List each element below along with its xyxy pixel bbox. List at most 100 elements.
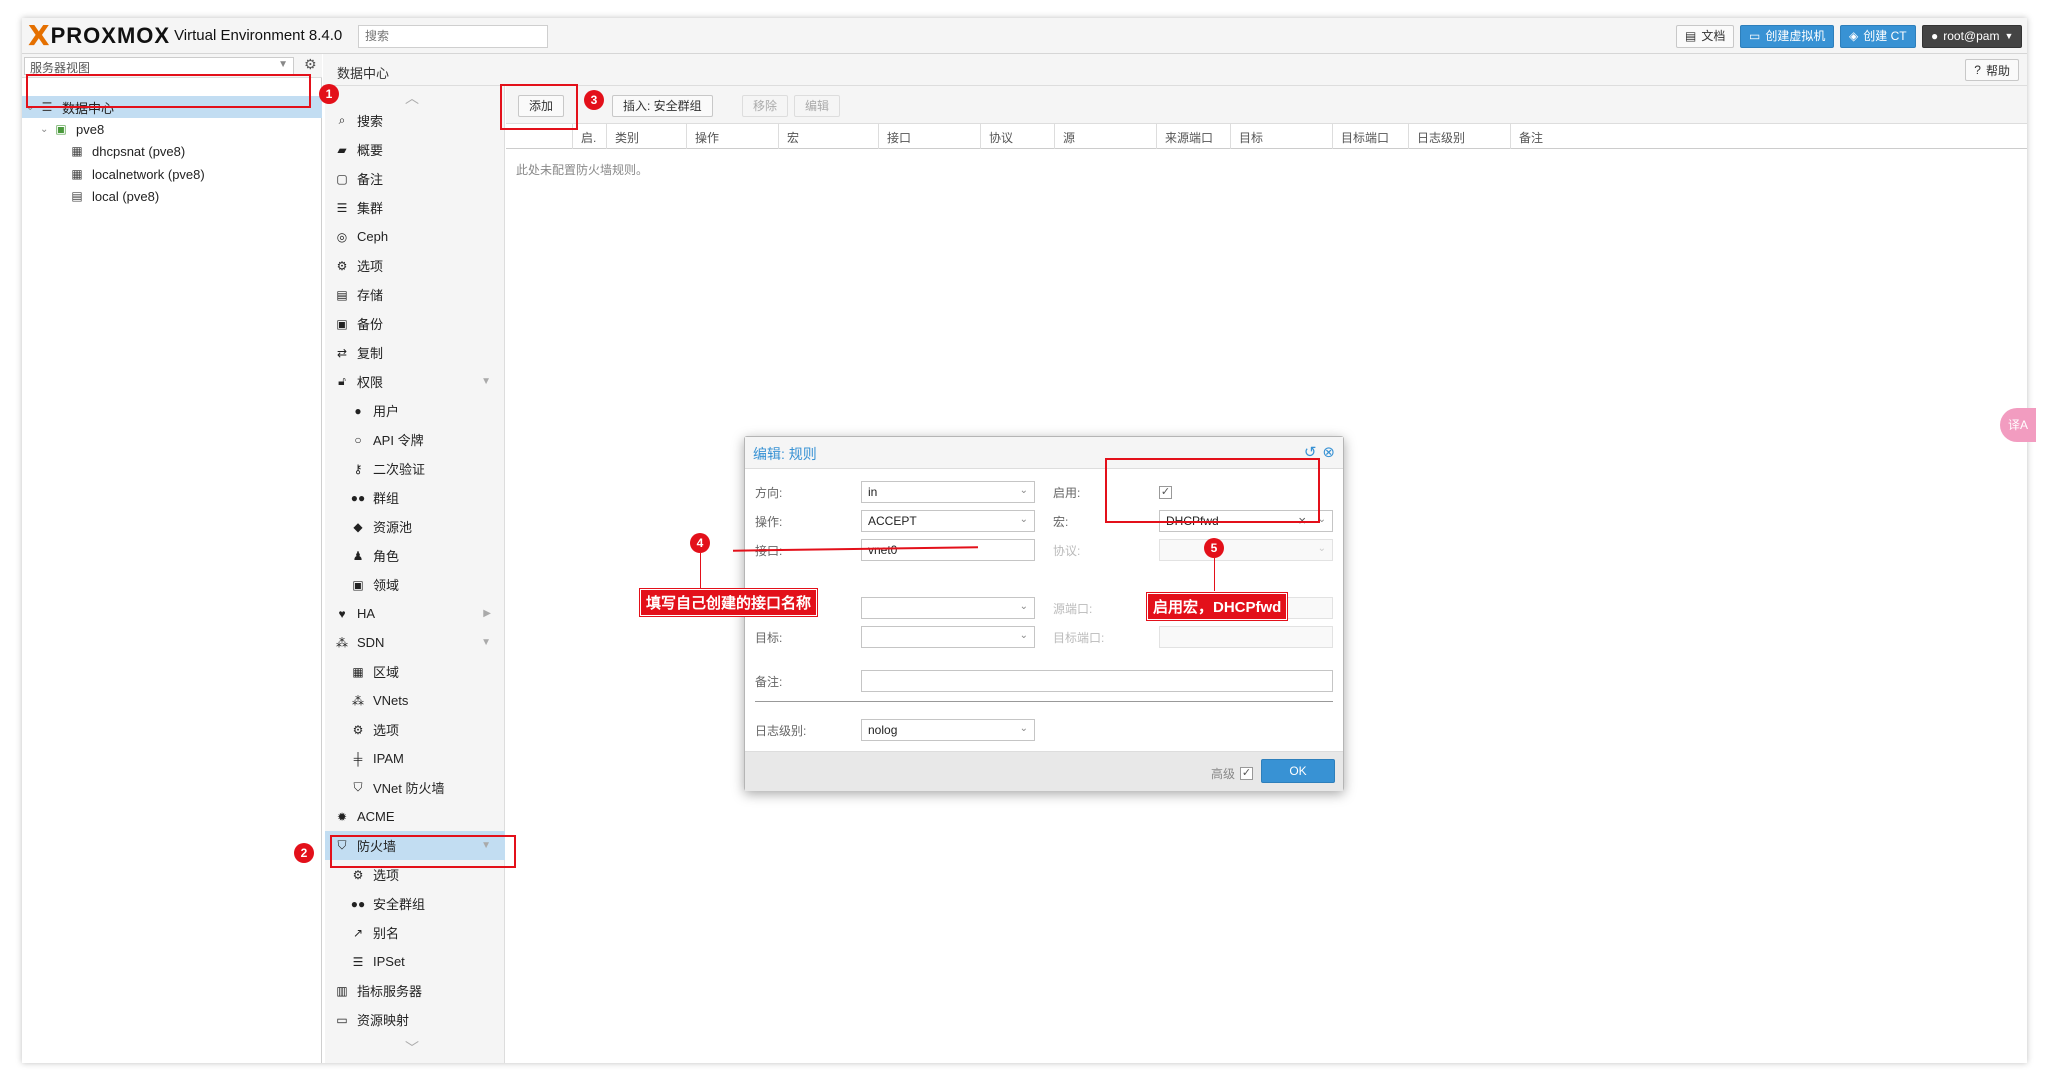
scroll-up-icon[interactable]: ︿ xyxy=(405,88,419,108)
col-macro[interactable]: 宏 xyxy=(778,124,878,149)
col-enable[interactable]: 启. xyxy=(572,124,606,149)
key-icon: ⚷ xyxy=(353,461,363,476)
col-source-port[interactable]: 来源端口 xyxy=(1156,124,1230,149)
nav-firewall[interactable]: ⛉ 防火墙 ▼ xyxy=(325,831,505,860)
nav-aliases[interactable]: ↗ 别名 xyxy=(325,918,505,947)
source-select[interactable]: ⌄ xyxy=(861,597,1035,619)
nav-resource-mappings[interactable]: ▭ 资源映射 xyxy=(325,1005,505,1034)
edit-button[interactable]: 编辑 xyxy=(794,95,841,117)
nav-groups[interactable]: ●● 群组 xyxy=(325,483,505,512)
nav-zones[interactable]: ▦ 区域 xyxy=(325,657,505,686)
create-vm-button[interactable]: ▭ 创建虚拟机 xyxy=(1740,25,1835,48)
nav-summary[interactable]: ▰ 概要 xyxy=(325,135,505,164)
nav-ipset[interactable]: ☰ IPSet xyxy=(325,947,505,976)
nav-acme[interactable]: ✹ ACME xyxy=(325,802,505,831)
nav-api-tokens[interactable]: ○ API 令牌 xyxy=(325,425,505,454)
tree-item-dhcpsnat[interactable]: ▦ dhcpsnat (pve8) xyxy=(22,140,322,162)
close-icon[interactable]: ⊗ xyxy=(1322,443,1335,461)
nav-firewall-options[interactable]: ⚙ 选项 xyxy=(325,860,505,889)
create-ct-button[interactable]: ◈ 创建 CT xyxy=(1840,25,1916,48)
nav-roles[interactable]: ♟ 角色 xyxy=(325,541,505,570)
translate-badge[interactable]: 译A xyxy=(2000,408,2036,442)
action-select[interactable]: ACCEPT ⌄ xyxy=(861,510,1035,532)
nav-notes[interactable]: ▢ 备注 xyxy=(325,164,505,193)
col-action[interactable]: 操作 xyxy=(686,124,778,149)
collapse-icon[interactable]: ⌄ xyxy=(26,102,38,113)
ok-button[interactable]: OK xyxy=(1261,759,1335,783)
network-icon: ⁂ xyxy=(352,693,364,708)
user-menu-button[interactable]: ● root@pam ▼ xyxy=(1922,25,2023,48)
scroll-down-icon[interactable]: ﹀ xyxy=(405,1038,419,1058)
direction-select[interactable]: in ⌄ xyxy=(861,481,1035,503)
col-log-level[interactable]: 日志级别 xyxy=(1408,124,1510,149)
enable-checkbox[interactable]: ✓ xyxy=(1159,486,1172,499)
book-icon: ▰ xyxy=(337,142,347,157)
nav-metric-server[interactable]: ▥ 指标服务器 xyxy=(325,976,505,1005)
create-ct-label: 创建 CT xyxy=(1863,29,1907,43)
tree-item-local-storage[interactable]: ▤ local (pve8) xyxy=(22,185,322,207)
macro-select[interactable]: DHCPfwd × ⌄ xyxy=(1159,510,1333,532)
clear-icon[interactable]: × xyxy=(1298,513,1306,528)
dest-select[interactable]: ⌄ xyxy=(861,626,1035,648)
nav-security-groups[interactable]: ●● 安全群组 xyxy=(325,889,505,918)
tree-item-pve8[interactable]: ⌄ ▣ pve8 xyxy=(22,118,322,140)
nav-label: 别名 xyxy=(373,926,400,941)
protocol-select[interactable]: ⌄ xyxy=(1159,539,1333,561)
nav-label: 备份 xyxy=(357,317,384,332)
book-icon: ▤ xyxy=(1685,29,1697,43)
user-label: root@pam xyxy=(1943,29,2000,43)
docs-button[interactable]: ▤ 文档 xyxy=(1676,25,1735,48)
reset-icon[interactable]: ↺ xyxy=(1304,443,1317,461)
nav-pools[interactable]: ◆ 资源池 xyxy=(325,512,505,541)
nav-options[interactable]: ⚙ 选项 xyxy=(325,251,505,280)
interface-input[interactable]: vnet0 xyxy=(861,539,1035,561)
nav-ipam[interactable]: ╪ IPAM xyxy=(325,744,505,773)
nav-sdn-options[interactable]: ⚙ 选项 xyxy=(325,715,505,744)
nav-permissions[interactable]: 🔓︎ 权限 ▼ xyxy=(325,367,505,396)
col-type[interactable]: 类别 xyxy=(606,124,686,149)
col-comment[interactable]: 备注 xyxy=(1510,124,2027,149)
nav-replication[interactable]: ⇄ 复制 xyxy=(325,338,505,367)
nav-realms[interactable]: ▣ 领域 xyxy=(325,570,505,599)
tree-item-datacenter[interactable]: ⌄ ☰ 数据中心 xyxy=(22,96,322,118)
search-input[interactable] xyxy=(365,29,541,43)
user-icon: ● xyxy=(354,403,362,418)
nav-cluster[interactable]: ☰ 集群 xyxy=(325,193,505,222)
advanced-toggle[interactable]: 高级 ✓ xyxy=(1211,765,1253,782)
page-title: 数据中心 xyxy=(337,66,390,81)
chevron-down-icon: ⌄ xyxy=(1317,514,1326,525)
step-badge-4: 4 xyxy=(690,533,710,553)
col-interface[interactable]: 接口 xyxy=(878,124,980,149)
nav-label: 群组 xyxy=(373,491,400,506)
tree-item-localnetwork[interactable]: ▦ localnetwork (pve8) xyxy=(22,163,322,185)
remove-button[interactable]: 移除 xyxy=(742,95,789,117)
insert-security-group-button[interactable]: 插入: 安全群组 xyxy=(612,95,713,117)
nav-vnet-firewall[interactable]: ⛉ VNet 防火墙 xyxy=(325,773,505,802)
col-source[interactable]: 源 xyxy=(1054,124,1156,149)
log-level-select[interactable]: nolog ⌄ xyxy=(861,719,1035,741)
add-button[interactable]: 添加 xyxy=(518,95,565,117)
heartbeat-icon: ♥ xyxy=(338,606,346,621)
nav-ceph[interactable]: ◎ Ceph xyxy=(325,222,505,251)
global-search[interactable] xyxy=(358,25,548,48)
nav-vnets[interactable]: ⁂ VNets xyxy=(325,686,505,715)
nav-ha[interactable]: ♥ HA ▶ xyxy=(325,599,505,628)
nav-two-factor[interactable]: ⚷ 二次验证 xyxy=(325,454,505,483)
nav-storage[interactable]: ▤ 存储 xyxy=(325,280,505,309)
nav-search[interactable]: ⌕ 搜索 xyxy=(325,106,505,135)
nav-users[interactable]: ● 用户 xyxy=(325,396,505,425)
help-button[interactable]: ? 帮助 xyxy=(1965,59,2019,81)
col-protocol[interactable]: 协议 xyxy=(980,124,1054,149)
col-dest-port[interactable]: 目标端口 xyxy=(1332,124,1408,149)
gear-icon[interactable]: ⚙ xyxy=(304,56,317,73)
comment-input[interactable] xyxy=(861,670,1333,692)
view-select[interactable]: 服务器视图 ▼ xyxy=(24,57,294,75)
advanced-checkbox[interactable]: ✓ xyxy=(1240,767,1253,780)
nav-sdn[interactable]: ⁂ SDN ▼ xyxy=(325,628,505,657)
nav-backup[interactable]: ▣ 备份 xyxy=(325,309,505,338)
save-icon: ▣ xyxy=(336,316,348,331)
chevron-down-icon: ⌄ xyxy=(1019,630,1028,641)
collapse-icon[interactable]: ⌄ xyxy=(40,124,52,135)
col-dest[interactable]: 目标 xyxy=(1230,124,1332,149)
dest-port-input[interactable] xyxy=(1159,626,1333,648)
